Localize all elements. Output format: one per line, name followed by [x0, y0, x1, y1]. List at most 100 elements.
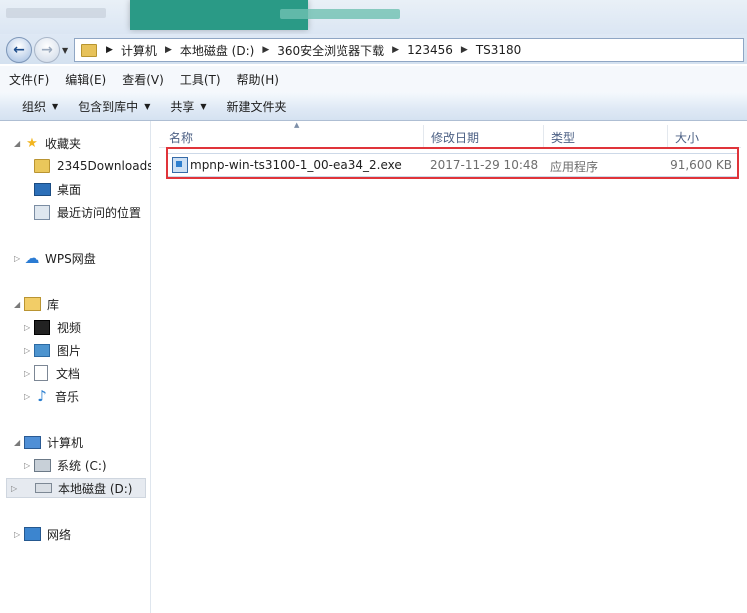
column-date[interactable]: 修改日期 — [431, 129, 479, 146]
folder-icon — [34, 159, 50, 173]
expand-triangle-icon[interactable]: ◢ — [14, 300, 20, 309]
nav-computer[interactable]: ◢ 计算机 — [14, 432, 83, 452]
breadcrumb[interactable]: 计算机 ▶ — [116, 42, 175, 59]
nav-item-label: 音乐 — [55, 389, 80, 404]
organize-label: 组织 — [22, 99, 47, 114]
expand-triangle-icon[interactable]: ◢ — [14, 139, 20, 148]
background-window-strip — [0, 0, 747, 34]
expand-triangle-icon[interactable]: ▷ — [11, 484, 17, 493]
expand-triangle-icon[interactable]: ▷ — [24, 461, 30, 470]
nav-item-label: 2345Downloads — [57, 159, 154, 173]
nav-item-desktop[interactable]: 桌面 — [34, 179, 81, 199]
include-in-library-label: 包含到库中 — [78, 99, 139, 114]
chevron-down-icon: ▼ — [200, 101, 207, 111]
menu-view[interactable]: 查看(V) — [115, 71, 171, 88]
breadcrumb-item-123456[interactable]: 123456 — [402, 43, 458, 57]
desktop-icon — [34, 182, 51, 196]
column-divider[interactable] — [423, 125, 424, 147]
chevron-right-icon[interactable]: ▶ — [458, 45, 471, 55]
expand-triangle-icon[interactable]: ▷ — [14, 254, 20, 263]
menu-help[interactable]: 帮助(H) — [230, 71, 286, 88]
breadcrumb[interactable]: 123456 ▶ — [402, 43, 471, 57]
chevron-right-icon[interactable]: ▶ — [162, 45, 175, 55]
address-bar[interactable]: ▶ 计算机 ▶ 本地磁盘 (D:) ▶ 360安全浏览器下载 ▶ 123456 ▶ TS… — [74, 38, 744, 62]
background-blur-text — [6, 8, 106, 18]
nav-item-label: 最近访问的位置 — [57, 205, 142, 220]
command-bar: 组织 ▼ 包含到库中 ▼ 共享 ▼ 新建文件夹 — [0, 92, 747, 121]
chevron-down-icon: ▼ — [144, 101, 151, 111]
arrow-left-icon: ← — [13, 42, 25, 58]
expand-triangle-icon[interactable]: ▷ — [24, 323, 30, 332]
nav-item-drive-d[interactable]: ▷ 本地磁盘 (D:) — [6, 478, 146, 498]
breadcrumb-item-computer[interactable]: 计算机 — [116, 42, 162, 59]
nav-favorites-label: 收藏夹 — [45, 136, 82, 151]
document-icon — [34, 365, 48, 381]
new-folder-button[interactable]: 新建文件夹 — [217, 98, 297, 115]
nav-item-pictures[interactable]: ▷ 图片 — [24, 340, 81, 360]
folder-icon — [81, 43, 97, 57]
breadcrumb[interactable]: TS3180 — [471, 43, 527, 57]
share-label: 共享 — [170, 99, 195, 114]
chevron-down-icon: ▼ — [52, 101, 59, 111]
nav-item-music[interactable]: ▷ ♪ 音乐 — [24, 386, 79, 406]
column-divider[interactable] — [667, 125, 668, 147]
nav-item-label: 桌面 — [57, 182, 82, 197]
nav-favorites[interactable]: ◢ ★ 收藏夹 — [14, 133, 81, 153]
breadcrumb-item-downloads[interactable]: 360安全浏览器下载 — [272, 42, 389, 59]
column-header: ▲ 名称 修改日期 类型 大小 — [159, 121, 741, 148]
expand-triangle-icon[interactable]: ▷ — [14, 530, 20, 539]
library-icon — [24, 297, 41, 311]
recent-places-icon — [34, 204, 50, 220]
nav-wps-cloud[interactable]: ▷ ☁ WPS网盘 — [14, 248, 96, 268]
navigation-pane[interactable]: ◢ ★ 收藏夹 2345Downloads 桌面 最近访问的位置 ▷ ☁ WPS… — [0, 121, 153, 613]
nav-item-documents[interactable]: ▷ 文档 — [24, 363, 80, 383]
recent-pages-dropdown[interactable]: ▼ — [62, 46, 68, 55]
new-folder-label: 新建文件夹 — [226, 99, 287, 114]
breadcrumb[interactable]: 360安全浏览器下载 ▶ — [272, 42, 402, 59]
picture-icon — [34, 343, 50, 357]
chevron-right-icon[interactable]: ▶ — [389, 45, 402, 55]
computer-icon — [24, 435, 41, 449]
breadcrumb-item-ts3180[interactable]: TS3180 — [471, 43, 527, 57]
background-blur-text — [280, 9, 400, 19]
column-name[interactable]: 名称 — [169, 129, 193, 146]
column-size[interactable]: 大小 — [675, 129, 699, 146]
nav-item-2345downloads[interactable]: 2345Downloads — [34, 156, 153, 176]
menu-file[interactable]: 文件(F) — [2, 71, 56, 88]
sort-arrow-icon: ▲ — [294, 121, 300, 129]
file-list[interactable]: ▲ 名称 修改日期 类型 大小 mpnp-win-ts3100-1_00-ea3… — [151, 121, 747, 613]
cloud-icon: ☁ — [24, 249, 40, 267]
menu-bar: 文件(F) 编辑(E) 查看(V) 工具(T) 帮助(H) — [0, 66, 747, 92]
column-type[interactable]: 类型 — [551, 129, 575, 146]
share-button[interactable]: 共享 ▼ — [160, 98, 216, 115]
organize-button[interactable]: 组织 ▼ — [0, 98, 68, 115]
expand-triangle-icon[interactable]: ▷ — [24, 369, 30, 378]
nav-item-videos[interactable]: ▷ 视频 — [24, 317, 81, 337]
chevron-right-icon[interactable]: ▶ — [259, 45, 272, 55]
star-icon: ★ — [26, 135, 38, 151]
menu-tools[interactable]: 工具(T) — [173, 71, 228, 88]
back-button[interactable]: ← — [6, 37, 32, 63]
video-icon — [34, 319, 50, 335]
expand-triangle-icon[interactable]: ▷ — [24, 392, 30, 401]
include-in-library-button[interactable]: 包含到库中 ▼ — [68, 98, 160, 115]
column-divider[interactable] — [543, 125, 544, 147]
nav-libraries[interactable]: ◢ 库 — [14, 294, 59, 314]
menu-edit[interactable]: 编辑(E) — [58, 71, 113, 88]
nav-item-label: 文档 — [56, 366, 81, 381]
chevron-right-icon[interactable]: ▶ — [103, 45, 116, 55]
expand-triangle-icon[interactable]: ◢ — [14, 438, 20, 447]
music-icon: ♪ — [37, 387, 47, 405]
nav-network-label: 网络 — [47, 527, 72, 542]
breadcrumb-item-drive-d[interactable]: 本地磁盘 (D:) — [175, 42, 259, 59]
address-row: ← → ▼ ▶ 计算机 ▶ 本地磁盘 (D:) ▶ 360安全浏览器下载 ▶ 1234… — [0, 34, 747, 64]
forward-button[interactable]: → — [34, 37, 60, 63]
drive-icon — [35, 483, 52, 493]
annotation-highlight-box — [166, 147, 739, 179]
nav-network[interactable]: ▷ 网络 — [14, 524, 71, 544]
breadcrumb[interactable]: 本地磁盘 (D:) ▶ — [175, 42, 272, 59]
nav-item-drive-c[interactable]: ▷ 系统 (C:) — [24, 455, 107, 475]
nav-item-recent-places[interactable]: 最近访问的位置 — [34, 202, 141, 222]
expand-triangle-icon[interactable]: ▷ — [24, 346, 30, 355]
nav-wps-label: WPS网盘 — [45, 251, 96, 266]
